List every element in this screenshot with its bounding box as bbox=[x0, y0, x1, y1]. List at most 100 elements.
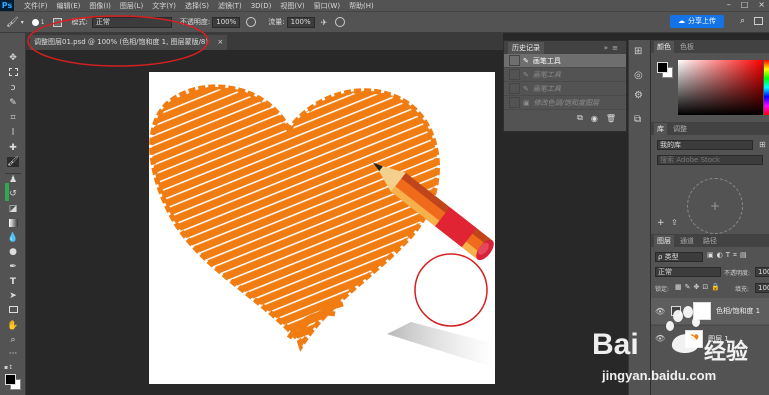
snapshot-camera-icon[interactable]: ◉ bbox=[591, 114, 598, 123]
chevron-down-icon[interactable]: ▾ bbox=[21, 19, 24, 26]
pen-tool-icon[interactable]: ✒ bbox=[7, 262, 19, 272]
default-colors-icon[interactable]: ▪↕ bbox=[4, 364, 13, 371]
menu-image[interactable]: 图像(I) bbox=[89, 1, 111, 11]
menu-help[interactable]: 帮助(H) bbox=[349, 1, 374, 11]
fill-field[interactable]: 100 bbox=[755, 283, 769, 293]
eraser-tool-icon[interactable]: ◪ bbox=[7, 204, 19, 214]
tab-layers[interactable]: 图层 bbox=[654, 234, 674, 247]
brush-tool-icon-active[interactable]: 🖌 bbox=[7, 157, 19, 167]
hand-tool-icon[interactable]: ✋ bbox=[7, 321, 19, 331]
tab-close-icon[interactable]: × bbox=[217, 38, 223, 46]
stock-search-input[interactable]: 搜索 Adobe Stock bbox=[657, 155, 763, 165]
menu-view[interactable]: 视图(V) bbox=[280, 1, 304, 11]
visibility-eye-icon[interactable]: 👁 bbox=[655, 334, 665, 343]
menu-window[interactable]: 窗口(W) bbox=[314, 1, 340, 11]
marquee-tool-icon[interactable] bbox=[7, 68, 19, 78]
grid-view-icon[interactable]: ⊞ bbox=[759, 140, 766, 149]
more-tools-icon[interactable]: ··· bbox=[7, 349, 19, 359]
blend-mode-select[interactable]: 正常 bbox=[655, 267, 721, 277]
library-upload-icon[interactable]: ⇪ bbox=[671, 218, 678, 227]
quick-select-tool-icon[interactable]: ✎ bbox=[7, 98, 19, 108]
document-tab[interactable]: 调整图层01.psd @ 100% (色相/饱和度 1, 图层蒙版/8) × bbox=[30, 35, 228, 50]
eyedropper-tool-icon[interactable]: ⅼ bbox=[7, 128, 19, 138]
airbrush-icon[interactable]: ✈ bbox=[321, 18, 328, 27]
workspace-icon[interactable] bbox=[754, 17, 763, 25]
layer-row[interactable]: 👁 ∞ 色相/饱和度 1 bbox=[651, 298, 769, 324]
zoom-tool-icon[interactable]: ⌕ bbox=[7, 335, 19, 345]
maximize-button[interactable]: □ bbox=[741, 0, 749, 9]
move-tool-icon[interactable]: ✥ bbox=[7, 53, 19, 63]
menu-3d[interactable]: 3D(D) bbox=[251, 2, 272, 10]
tab-adjustments[interactable]: 调整 bbox=[670, 123, 690, 135]
close-button[interactable]: × bbox=[758, 0, 765, 9]
healing-tool-icon[interactable]: ✚ bbox=[7, 143, 19, 153]
history-checkbox[interactable] bbox=[509, 83, 520, 94]
tab-library[interactable]: 库 bbox=[654, 122, 667, 135]
gradient-tool-icon[interactable] bbox=[7, 219, 19, 229]
history-brush-tool-icon[interactable]: ↺ bbox=[7, 189, 19, 199]
flow-field[interactable]: 100% bbox=[286, 16, 315, 28]
lasso-tool-icon[interactable]: ↄ bbox=[7, 83, 19, 93]
layer-mask-thumbnail bbox=[693, 302, 711, 320]
menu-file[interactable]: 文件(F) bbox=[24, 1, 48, 11]
trash-icon[interactable]: 🗑 bbox=[606, 114, 616, 123]
layer-filter-select[interactable]: ρ 类型 bbox=[655, 252, 703, 262]
history-item[interactable]: ✎ 画笔工具 bbox=[504, 82, 626, 96]
history-item[interactable]: ▣ 修改色调/饱和度图层 bbox=[504, 96, 626, 110]
history-tab[interactable]: 历史记录 bbox=[508, 41, 544, 54]
layer-opacity-field[interactable]: 100 bbox=[755, 267, 769, 277]
tab-color[interactable]: 颜色 bbox=[654, 40, 674, 53]
properties-panel-icon[interactable]: ◎ bbox=[634, 70, 643, 81]
layer-filter-icons[interactable]: ▣◐T⌗▤ bbox=[707, 251, 750, 260]
opacity-field[interactable]: 100% bbox=[212, 16, 241, 28]
brush-panel-icon[interactable] bbox=[52, 17, 62, 27]
history-checkbox[interactable] bbox=[509, 69, 520, 80]
brush-preset-dot[interactable] bbox=[31, 18, 39, 26]
search-icon[interactable]: ⌕ bbox=[740, 16, 745, 26]
menu-select[interactable]: 选择(S) bbox=[185, 1, 209, 11]
crop-tool-icon[interactable]: ⌗ bbox=[7, 113, 19, 123]
minimize-button[interactable]: – bbox=[727, 0, 731, 9]
menu-layer[interactable]: 图层(L) bbox=[120, 1, 143, 11]
brush-tool-icon[interactable]: 🖌 bbox=[6, 17, 19, 28]
library-select[interactable]: 我的库 bbox=[657, 140, 753, 150]
menu-filter[interactable]: 滤镜(T) bbox=[218, 1, 242, 11]
layer-row[interactable]: 👁 ♥ 图层 1 bbox=[651, 325, 769, 351]
color-fg-swatch[interactable] bbox=[657, 62, 668, 73]
document-canvas[interactable] bbox=[149, 72, 495, 384]
library-add-icon[interactable]: + bbox=[657, 218, 665, 228]
type-tool-icon[interactable]: T bbox=[7, 277, 19, 287]
panel-menu-icon[interactable]: ≡ bbox=[608, 43, 622, 53]
mode-select[interactable]: 正常 bbox=[91, 16, 172, 28]
foreground-color-swatch[interactable] bbox=[5, 374, 16, 385]
adjust-panel-icon[interactable]: ⚙ bbox=[634, 90, 643, 101]
history-item[interactable]: ✎ 画笔工具 bbox=[504, 68, 626, 82]
adjust-icon: ▣ bbox=[523, 98, 530, 107]
right-panels: 颜色 色板 库 调整 我的库 ⊞ 搜索 Adobe Stock + + ⇪ 图层… bbox=[650, 40, 769, 395]
layer-name: 图层 1 bbox=[708, 334, 729, 343]
lock-icons[interactable]: ▦✎✥⊡🔒 bbox=[675, 283, 723, 291]
dodge-tool-icon[interactable]: ● bbox=[7, 247, 19, 257]
menu-type[interactable]: 文字(Y) bbox=[152, 1, 176, 11]
menu-edit[interactable]: 编辑(E) bbox=[57, 1, 81, 11]
history-checkbox[interactable] bbox=[509, 55, 520, 66]
pressure-opacity-icon[interactable] bbox=[246, 17, 257, 27]
library-panel-tabs: 库 调整 bbox=[651, 122, 769, 135]
tab-swatches[interactable]: 色板 bbox=[677, 41, 697, 53]
history-item[interactable]: ✎ 画笔工具 bbox=[504, 54, 626, 68]
history-panel-icon[interactable]: ⊞ bbox=[634, 46, 642, 57]
library-drop-zone[interactable]: + bbox=[687, 178, 743, 234]
hue-slider[interactable] bbox=[764, 60, 769, 115]
blur-tool-icon[interactable]: 💧 bbox=[7, 233, 19, 243]
history-checkbox[interactable] bbox=[509, 97, 520, 108]
color-picker-field[interactable] bbox=[678, 60, 763, 115]
rectangle-tool-icon[interactable] bbox=[7, 306, 19, 316]
share-upload-button[interactable]: ☁ 分享上传 bbox=[670, 15, 724, 28]
path-select-tool-icon[interactable]: ➤ bbox=[7, 291, 19, 301]
new-document-from-state-icon[interactable]: ⧉ bbox=[577, 113, 583, 123]
pressure-size-icon[interactable] bbox=[335, 17, 346, 27]
visibility-eye-icon[interactable]: 👁 bbox=[655, 307, 665, 316]
tab-channels[interactable]: 通道 bbox=[677, 235, 697, 247]
clone-source-icon[interactable]: ⧉ bbox=[634, 114, 641, 125]
tab-paths[interactable]: 路径 bbox=[700, 235, 720, 247]
